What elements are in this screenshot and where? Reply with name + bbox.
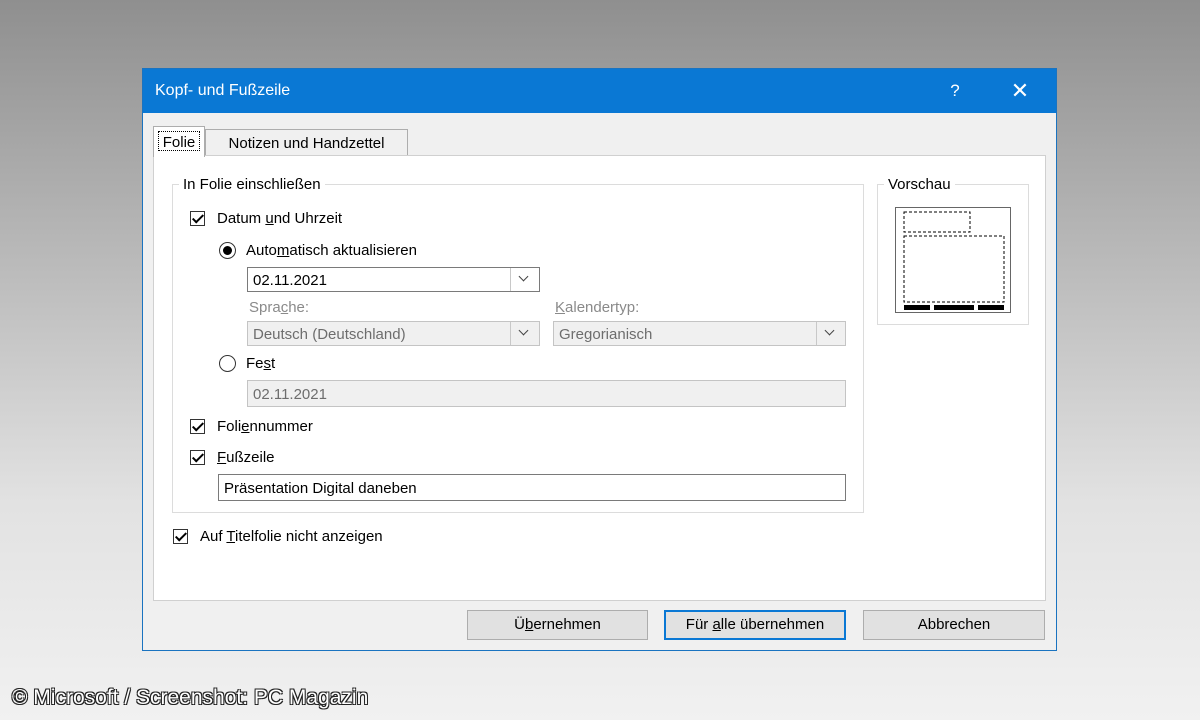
calendar-type-value: Gregorianisch [559, 326, 653, 343]
apply-button[interactable]: Übernehmen [467, 610, 648, 640]
fixed-label[interactable]: Fest [246, 355, 275, 372]
dialog-title: Kopf- und Fußzeile [155, 82, 291, 99]
language-select[interactable]: Deutsch (Deutschland) [247, 321, 540, 346]
include-group-legend: In Folie einschließen [183, 176, 321, 193]
calendar-type-label: Kalendertyp: [555, 299, 640, 316]
calendar-type-select[interactable]: Gregorianisch [553, 321, 846, 346]
close-icon[interactable]: ✕ [1005, 78, 1035, 104]
slide-preview [895, 207, 1011, 313]
header-footer-dialog: Kopf- und Fußzeile ? ✕ Folie Notizen und… [143, 69, 1056, 650]
tab-label: Folie [162, 134, 196, 151]
slide-layout-thumbnail [903, 211, 1005, 310]
footer-text-input[interactable]: Präsentation Digital daneben [218, 474, 846, 501]
fixed-date-input[interactable]: 02.11.2021 [247, 380, 846, 407]
tab-panel-folie: In Folie einschließen Datum und Uhrzeit … [153, 155, 1046, 601]
footer-text-value: Präsentation Digital daneben [224, 480, 417, 497]
fixed-date-value: 02.11.2021 [253, 386, 327, 403]
footer-label[interactable]: Fußzeile [217, 449, 275, 466]
help-icon[interactable]: ? [945, 81, 965, 101]
preview-group-legend: Vorschau [888, 176, 951, 193]
chevron-down-icon[interactable] [816, 322, 845, 345]
copyright-watermark: © Microsoft / Screenshot: PC Magazin [12, 686, 369, 709]
slide-number-checkbox[interactable] [190, 419, 205, 434]
date-time-label[interactable]: Datum und Uhrzeit [217, 210, 342, 227]
chevron-down-icon[interactable] [510, 268, 539, 291]
auto-date-format-select[interactable]: 02.11.2021 [247, 267, 540, 292]
language-value: Deutsch (Deutschland) [253, 326, 406, 343]
slide-number-label[interactable]: Foliennummer [217, 418, 313, 435]
hide-on-title-slide-label[interactable]: Auf Titelfolie nicht anzeigen [200, 528, 383, 545]
title-bar[interactable]: Kopf- und Fußzeile ? ✕ [143, 69, 1056, 113]
tab-folie[interactable]: Folie [153, 126, 205, 157]
language-label: Sprache: [249, 299, 310, 316]
cancel-button[interactable]: Abbrechen [863, 610, 1045, 640]
auto-update-radio[interactable] [219, 242, 236, 259]
auto-update-label[interactable]: Automatisch aktualisieren [246, 242, 417, 259]
auto-date-value: 02.11.2021 [253, 272, 327, 289]
chevron-down-icon[interactable] [510, 322, 539, 345]
tab-label: Notizen und Handzettel [228, 135, 385, 152]
hide-on-title-slide-checkbox[interactable] [173, 529, 188, 544]
footer-checkbox[interactable] [190, 450, 205, 465]
fixed-radio[interactable] [219, 355, 236, 372]
date-time-checkbox[interactable] [190, 211, 205, 226]
tab-notizen-handzettel[interactable]: Notizen und Handzettel [205, 129, 408, 156]
apply-to-all-button[interactable]: Für alle übernehmen [664, 610, 846, 640]
